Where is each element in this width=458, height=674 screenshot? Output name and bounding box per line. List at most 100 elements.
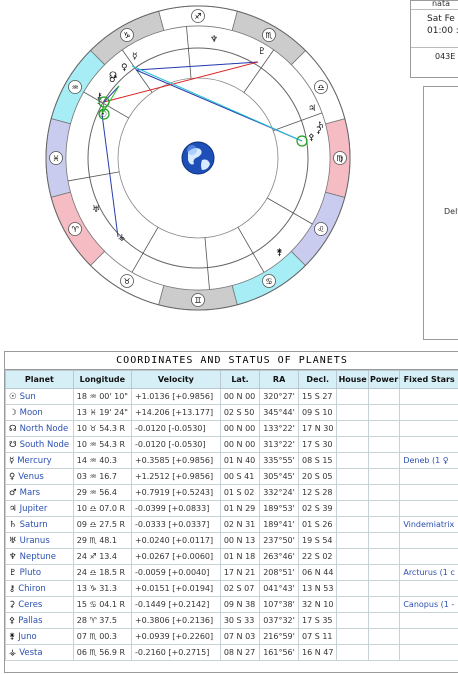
planet-name[interactable]: Moon — [20, 408, 43, 418]
table-row: ♆ Neptune 24 ♐ 13.4 +0.0267 [+0.0060] 01 N 1… — [5, 548, 458, 565]
col-header-house: House — [336, 370, 369, 389]
side-panel: Delt — [423, 86, 458, 340]
pluto-glyph: ♇ — [258, 47, 266, 57]
planet-cell[interactable]: ♂ Mars — [5, 484, 74, 501]
col-header-lat: Lat. — [219, 370, 261, 389]
side-panel-label: Delt — [444, 207, 458, 216]
star-cell[interactable]: Deneb (1 ♀ — [399, 452, 458, 469]
power-cell — [367, 484, 401, 501]
planet-name[interactable]: Saturn — [20, 520, 48, 530]
lat-cell: 17 N 21 — [219, 564, 261, 581]
sign-glyph: ♌ — [317, 225, 324, 234]
planet-cell[interactable]: ☉ Sun — [5, 388, 74, 405]
ra-cell: 133°22' — [259, 420, 299, 437]
decl-cell: 32 N 10 — [297, 596, 338, 613]
uranus-glyph: ♅ — [92, 205, 100, 215]
col-header-velocity: Velocity — [130, 370, 221, 389]
planet-name[interactable]: Neptune — [20, 552, 56, 562]
planet-name[interactable]: Sun — [20, 392, 36, 402]
planet-cell[interactable]: ☽ Moon — [5, 404, 74, 421]
star-cell[interactable] — [399, 404, 458, 421]
star-cell[interactable] — [399, 628, 458, 645]
planet-cell[interactable]: ⚳ Ceres — [5, 596, 74, 613]
star-cell[interactable]: Canopus (1 - — [399, 596, 458, 613]
planet-name[interactable]: Chiron — [18, 584, 46, 594]
neptune-glyph: ♆ — [210, 35, 218, 45]
star-cell[interactable] — [399, 548, 458, 565]
chart-date: Sat Fe — [427, 14, 455, 24]
vel-cell: +0.7919 [+0.5243] — [130, 484, 221, 501]
planet-cell[interactable]: ♇ Pluto — [5, 564, 74, 581]
star-cell[interactable] — [399, 468, 458, 485]
vel-cell: -0.0120 [-0.0530] — [130, 420, 221, 437]
planet-name[interactable]: Juno — [18, 632, 36, 642]
sign-glyph: ♋ — [265, 277, 272, 286]
planet-cell[interactable]: ♃ Jupiter — [5, 500, 74, 517]
venus-glyph: ♀ — [121, 63, 128, 73]
house-cell — [336, 628, 369, 645]
power-cell — [367, 580, 401, 597]
vel-cell: -0.0120 [-0.0530] — [130, 436, 221, 453]
planet-cell[interactable]: ⚶ Vesta — [5, 644, 74, 661]
house-cusp-line — [131, 227, 159, 273]
power-cell — [367, 452, 401, 469]
planet-cell[interactable]: ☿ Mercury — [5, 452, 74, 469]
star-cell[interactable] — [399, 484, 458, 501]
house-cell — [336, 532, 369, 549]
lon-cell: 10 ♎ 07.0 R — [72, 500, 132, 517]
house-cell — [336, 612, 369, 629]
star-cell[interactable] — [399, 580, 458, 597]
decl-cell: 13 N 53 — [297, 580, 338, 597]
sign-glyph: ♐ — [194, 12, 201, 21]
star-cell[interactable] — [399, 644, 458, 661]
planet-glyph-icon: ⚴ — [9, 615, 16, 626]
star-cell[interactable]: Vindemiatrix — [399, 516, 458, 533]
planet-glyph-icon: ♃ — [9, 503, 17, 514]
planet-cell[interactable]: ♆ Neptune — [5, 548, 74, 565]
planet-cell[interactable]: ⚵ Juno — [5, 628, 74, 645]
planet-cell[interactable]: ☊ North Node — [5, 420, 74, 437]
planet-cell[interactable]: ⚴ Pallas — [5, 612, 74, 629]
table-row: ⚵ Juno 07 ♏ 00.3 +0.0939 [+0.2260] 07 N 03 21… — [5, 628, 458, 645]
sign-glyph: ♈ — [71, 225, 78, 234]
star-cell[interactable] — [399, 420, 458, 437]
planet-name[interactable]: Mercury — [17, 456, 51, 466]
star-cell[interactable] — [399, 612, 458, 629]
planet-name[interactable]: Venus — [18, 472, 44, 482]
planet-name[interactable]: Vesta — [19, 648, 42, 658]
planet-name[interactable]: Pallas — [18, 616, 42, 626]
planet-cell[interactable]: ⚷ Chiron — [5, 580, 74, 597]
star-cell[interactable] — [399, 436, 458, 453]
planet-cell[interactable]: ♄ Saturn — [5, 516, 74, 533]
lon-cell: 15 ♋ 04.1 R — [72, 596, 132, 613]
ra-cell: 345°44' — [259, 404, 299, 421]
planet-cell[interactable]: ♅ Uranus — [5, 532, 74, 549]
planet-name[interactable]: Pluto — [20, 568, 41, 578]
planet-name[interactable]: North Node — [20, 424, 69, 434]
vesta-glyph: ⚶ — [118, 233, 126, 243]
star-cell[interactable] — [399, 388, 458, 405]
planet-name[interactable]: Ceres — [18, 600, 42, 610]
house-cell — [336, 468, 369, 485]
aspect-line — [135, 61, 259, 71]
table-row: ♃ Jupiter 10 ♎ 07.0 R -0.0399 [+0.0833] 01 N… — [5, 500, 458, 517]
planet-name[interactable]: Uranus — [20, 536, 50, 546]
planet-cell[interactable]: ♀ Venus — [5, 468, 74, 485]
house-cusp-line — [186, 26, 192, 79]
planet-name[interactable]: Jupiter — [20, 504, 48, 514]
table-row: ☋ South Node 10 ♒ 54.3 R -0.0120 [-0.0530] 0… — [5, 436, 458, 453]
decl-cell: 19 S 54 — [297, 532, 338, 549]
chart-name: nata — [411, 0, 458, 10]
planet-name[interactable]: Mars — [20, 488, 40, 498]
star-cell[interactable] — [399, 500, 458, 517]
aspect-line — [101, 113, 119, 238]
planet-glyph-icon: ♄ — [9, 519, 17, 530]
planet-name[interactable]: South Node — [20, 440, 70, 450]
power-cell — [367, 548, 401, 565]
star-cell[interactable] — [399, 532, 458, 549]
node-glyph: ☊ — [109, 71, 117, 81]
planet-cell[interactable]: ☋ South Node — [5, 436, 74, 453]
vel-cell: -0.0059 [+0.0040] — [130, 564, 221, 581]
power-cell — [367, 468, 401, 485]
star-cell[interactable]: Arcturus (1 c — [399, 564, 458, 581]
